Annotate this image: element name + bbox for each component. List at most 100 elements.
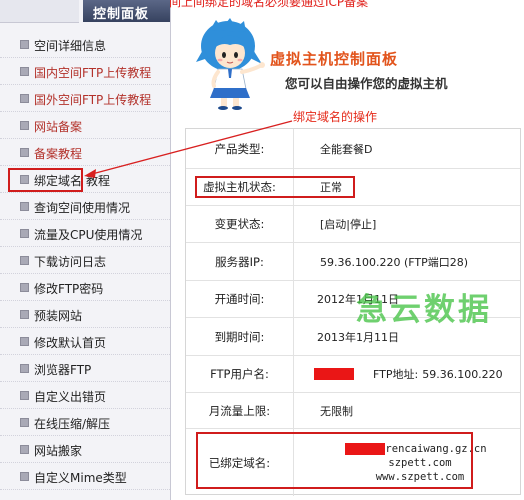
icp-notice: 间上间绑定的域名必须要通过ICP备案: [169, 0, 369, 9]
sidebar-item-filing-tutorial[interactable]: 备案教程: [0, 139, 170, 166]
sidebar-item-site-migration[interactable]: 网站搬家: [0, 436, 170, 463]
square-bullet-icon: [20, 40, 29, 49]
start-link[interactable]: 启动: [324, 216, 346, 232]
mascot-illustration: [196, 18, 265, 110]
sidebar-item-label: 自定义Mime类型: [34, 471, 127, 485]
square-bullet-icon: [20, 283, 29, 292]
domain-item: rencaiwang.gz.cn: [345, 442, 487, 456]
sidebar-item-preinstall-site[interactable]: 预装网站: [0, 301, 170, 328]
sidebar-item-default-homepage[interactable]: 修改默认首页: [0, 328, 170, 355]
sidebar-item-label: 下载访问日志: [34, 255, 107, 269]
sidebar-item-label: 在线压缩/解压: [34, 417, 111, 431]
sidebar-item-online-zip[interactable]: 在线压缩/解压: [0, 409, 170, 436]
ftp-address-label: FTP地址:: [373, 368, 419, 381]
redacted-domain-prefix: [345, 442, 386, 455]
table-row-host-status: 虚拟主机状态: 正常: [186, 169, 520, 206]
sidebar-item-label: 修改默认首页: [34, 336, 107, 350]
sidebar-item-custom-error-page[interactable]: 自定义出错页: [0, 382, 170, 409]
open-date-label: 开通时间:: [186, 281, 294, 317]
open-date-value: 2012年1月11日: [317, 293, 399, 306]
square-bullet-icon: [20, 418, 29, 427]
sidebar-item-label: 国外空间FTP上传教程: [34, 93, 152, 107]
sidebar-item-label: 浏览器FTP: [34, 363, 92, 377]
host-status-value: 正常: [320, 181, 342, 194]
sidebar-item-space-usage[interactable]: 查询空间使用情况: [0, 193, 170, 220]
sidebar-header-spacer: [0, 0, 79, 23]
domain-text: rencaiwang.gz.cn: [385, 442, 487, 455]
square-bullet-icon: [20, 310, 29, 319]
bound-domains-list: rencaiwang.gz.cn szpett.com www.szpett.c…: [294, 429, 520, 496]
host-status-label: 虚拟主机状态:: [186, 169, 294, 205]
product-type-value: 全能套餐D: [320, 142, 373, 156]
sidebar-header: 控制面板: [83, 0, 170, 22]
sidebar-item-traffic-cpu[interactable]: 流量及CPU使用情况: [0, 220, 170, 247]
expire-date-label: 到期时间:: [186, 318, 294, 355]
sidebar-item-label: 国内空间FTP上传教程: [34, 66, 152, 80]
change-status-label: 变更状态:: [186, 206, 294, 242]
server-ip-value: 59.36.100.220 (FTP端口28): [320, 255, 469, 269]
square-bullet-icon: [20, 229, 29, 238]
sidebar-item-browser-ftp[interactable]: 浏览器FTP: [0, 355, 170, 382]
sidebar-item-label: 网站搬家: [34, 444, 83, 458]
sidebar-item-label: 自定义出错页: [34, 390, 107, 404]
table-row-change-status: 变更状态: [ 启动 | 停止 ]: [186, 206, 520, 243]
server-ip-label: 服务器IP:: [186, 243, 294, 280]
redacted-ftp-username: [314, 368, 354, 380]
traffic-limit-value: 无限制: [320, 404, 353, 418]
square-bullet-icon: [20, 256, 29, 265]
sidebar-item-label: 流量及CPU使用情况: [34, 228, 143, 242]
banner-title: 虚拟主机控制面板: [270, 50, 399, 68]
table-row-bound-domains: 已绑定域名: rencaiwang.gz.cn szpett.com www.s…: [186, 429, 520, 496]
sidebar: 控制面板 空间详细信息 国内空间FTP上传教程 国外空间FTP上传教程 网站备案…: [0, 0, 171, 500]
square-bullet-icon: [20, 472, 29, 481]
sidebar-item-label: 备案教程: [34, 147, 83, 161]
sidebar-item-custom-mime[interactable]: 自定义Mime类型: [0, 463, 170, 490]
sidebar-item-icp-filing[interactable]: 网站备案: [0, 112, 170, 139]
expire-date-value: 2013年1月11日: [317, 330, 399, 344]
sidebar-item-domestic-ftp-tutorial[interactable]: 国内空间FTP上传教程: [0, 58, 170, 85]
square-bullet-icon: [20, 337, 29, 346]
table-row-server-ip: 服务器IP: 59.36.100.220 (FTP端口28): [186, 243, 520, 281]
sidebar-item-suffix: 教程: [86, 174, 111, 188]
sidebar-item-change-ftp-password[interactable]: 修改FTP密码: [0, 274, 170, 301]
square-bullet-icon: [20, 202, 29, 211]
square-bullet-icon: [20, 391, 29, 400]
ftp-user-label: FTP用户名:: [186, 356, 294, 392]
table-row-product-type: 产品类型: 全能套餐D: [186, 129, 520, 169]
bound-domains-label: 已绑定域名:: [186, 429, 294, 496]
sidebar-item-bind-domain[interactable]: 绑定域名 教程: [0, 166, 170, 193]
sidebar-menu: 空间详细信息 国内空间FTP上传教程 国外空间FTP上传教程 网站备案 备案教程…: [0, 31, 170, 490]
sidebar-header-title: 控制面板: [93, 7, 150, 22]
table-row-open-date: 开通时间: 2012年1月11日: [186, 281, 520, 318]
ftp-address-value: 59.36.100.220: [422, 367, 503, 381]
sidebar-item-label: 预装网站: [34, 309, 83, 323]
table-row-traffic-limit: 月流量上限: 无限制: [186, 393, 520, 429]
square-bullet-icon: [20, 148, 29, 157]
sidebar-item-space-details[interactable]: 空间详细信息: [0, 31, 170, 58]
square-bullet-icon: [20, 67, 29, 76]
sidebar-item-label: 修改FTP密码: [34, 282, 104, 296]
domain-item: szpett.com: [388, 456, 452, 469]
square-bullet-icon: [20, 445, 29, 454]
square-bullet-icon: [20, 121, 29, 130]
table-row-expire-date: 到期时间: 2013年1月11日: [186, 318, 520, 356]
domain-item: www.szpett.com: [375, 470, 465, 483]
table-row-ftp: FTP用户名: FTP地址: 59.36.100.220: [186, 356, 520, 393]
product-type-label: 产品类型:: [186, 129, 294, 168]
stop-link[interactable]: 停止: [350, 216, 372, 232]
sidebar-item-label: 查询空间使用情况: [34, 201, 131, 215]
change-status-actions: [ 启动 | 停止 ]: [294, 206, 520, 242]
sidebar-item-label: 绑定域名: [34, 174, 83, 188]
banner-subtitle: 您可以自由操作您的虚拟主机: [285, 76, 448, 91]
bracket-close: ]: [372, 217, 377, 231]
host-info-table: 产品类型: 全能套餐D 虚拟主机状态: 正常 变更状态: [ 启动 | 停止 ]…: [185, 128, 521, 496]
square-bullet-icon: [20, 364, 29, 373]
square-bullet-icon: [20, 94, 29, 103]
traffic-limit-label: 月流量上限:: [186, 393, 294, 428]
sidebar-item-label: 空间详细信息: [34, 39, 107, 53]
sidebar-item-overseas-ftp-tutorial[interactable]: 国外空间FTP上传教程: [0, 85, 170, 112]
annotation-label: 绑定域名的操作: [293, 110, 378, 124]
square-bullet-icon: [20, 175, 29, 184]
sidebar-item-download-logs[interactable]: 下载访问日志: [0, 247, 170, 274]
sidebar-item-label: 网站备案: [34, 120, 83, 134]
